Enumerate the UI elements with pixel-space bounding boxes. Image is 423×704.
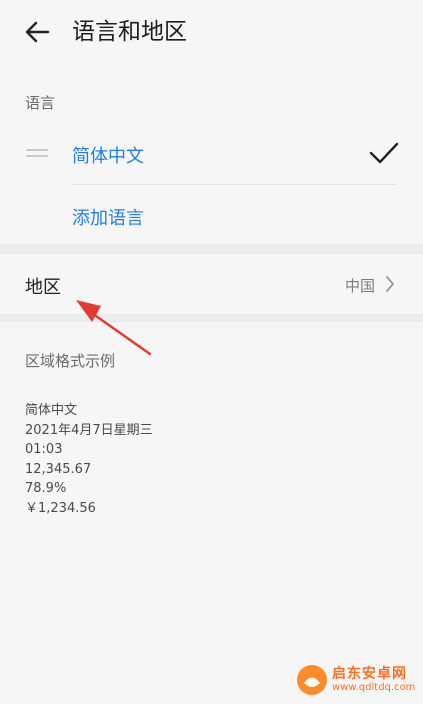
watermark-url: www.qdltdq.com [332, 682, 416, 693]
annotation-arrow [76, 300, 152, 356]
watermark: 启东安卓网 www.qdltdq.com [296, 660, 421, 700]
watermark-name: 启东安卓网 [332, 666, 407, 682]
watermark-logo-icon [297, 665, 327, 695]
